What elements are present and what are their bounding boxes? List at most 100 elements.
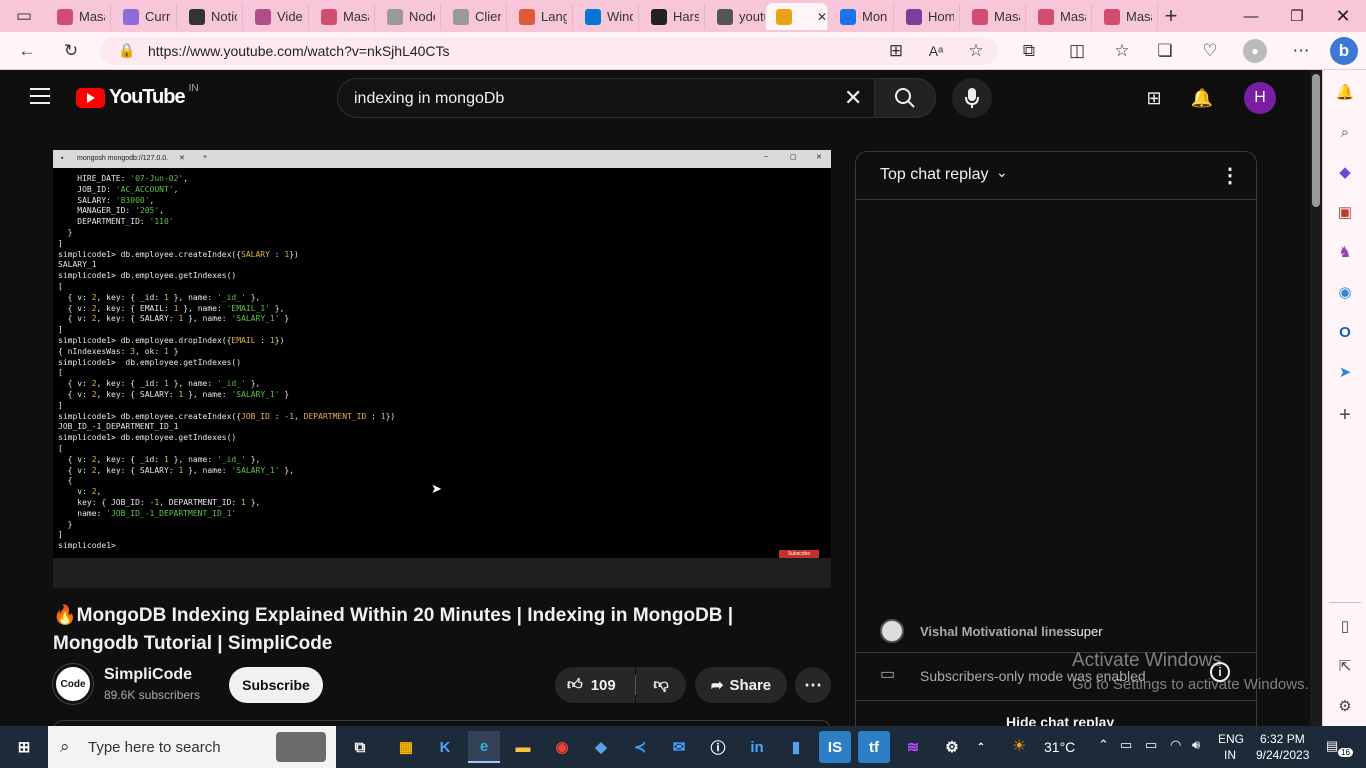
send-icon[interactable]: ➤ (1333, 360, 1357, 384)
file-explorer-icon[interactable]: ▬ (507, 731, 539, 763)
chat-author-name[interactable]: Vishal Motivational lines (920, 624, 1071, 639)
search-input[interactable]: indexing in mongoDb ✕ (337, 78, 875, 118)
git-icon[interactable]: ◆ (585, 731, 617, 763)
browser-tab[interactable]: Clien (443, 3, 507, 30)
browser-tab[interactable]: Harsh (641, 3, 705, 30)
temperature[interactable]: 31°C (1044, 739, 1075, 755)
browser-tab[interactable]: Masa (47, 3, 111, 30)
video-player[interactable]: ▪ mongosh mongodb://127.0.0. ✕ + – ▢ ✕ H… (53, 150, 831, 588)
youtube-logo[interactable]: YouTube IN (76, 83, 199, 109)
info-app-icon[interactable]: ⓘ (702, 731, 734, 763)
read-aloud-icon[interactable]: Aᵃ (924, 39, 948, 63)
paint-icon[interactable]: ≋ (897, 731, 929, 763)
browser-tab[interactable]: Wind (575, 3, 639, 30)
clear-search-icon[interactable]: ✕ (844, 85, 862, 111)
notifications-icon[interactable]: 🔔 (1182, 78, 1222, 118)
language[interactable]: ENG (1218, 732, 1244, 746)
restore-icon[interactable]: ❐ (1274, 0, 1320, 32)
tab-actions-icon[interactable]: ▭ (12, 4, 36, 28)
search-icon[interactable]: ⌕ (1333, 120, 1357, 144)
browser-tab[interactable]: Masa (1094, 3, 1158, 30)
tab-close-icon[interactable]: ✕ (817, 10, 827, 24)
like-button[interactable]: 👍︎ 109 (555, 667, 635, 703)
mail-icon[interactable]: ✉ (663, 731, 695, 763)
chat-mode-dropdown[interactable]: Top chat replay (880, 166, 989, 184)
region[interactable]: IN (1224, 748, 1236, 762)
back-icon[interactable]: ← (15, 39, 39, 63)
browser-tab[interactable]: Curri (113, 3, 177, 30)
chrome-icon[interactable]: ◉ (546, 731, 578, 763)
favorites-icon[interactable]: ☆ (1110, 39, 1134, 63)
performance-icon[interactable]: ♡ (1198, 39, 1222, 63)
linkedin-icon[interactable]: in (741, 731, 773, 763)
edge-icon[interactable]: e (468, 731, 500, 763)
task-view-icon[interactable]: ⧉ (344, 731, 376, 763)
office-icon[interactable]: ◉ (1333, 280, 1357, 304)
battery-icon[interactable]: ▭ (1145, 737, 1157, 753)
browser-tab[interactable]: Lang (509, 3, 573, 30)
scrollbar-thumb[interactable] (1312, 74, 1320, 207)
settings-icon[interactable]: ⚙ (936, 731, 968, 763)
favorite-icon[interactable]: ☆ (964, 39, 988, 63)
avatar[interactable]: H (1244, 82, 1276, 114)
external-link-icon[interactable]: ⇱ (1333, 654, 1357, 678)
channel-avatar[interactable]: Code (53, 664, 93, 704)
sidebar-settings-icon[interactable]: ⚙ (1333, 694, 1357, 718)
show-hidden-icons[interactable]: ⌃ (1098, 737, 1109, 753)
channel-name[interactable]: SimpliCode (104, 666, 192, 684)
voice-search-button[interactable] (952, 78, 992, 118)
browser-tab[interactable]: Mon (830, 3, 894, 30)
app-available-icon[interactable]: ⊞ (884, 39, 908, 63)
hide-chat-button[interactable]: Hide chat replay (1006, 714, 1114, 726)
browser-tab[interactable]: Hom (896, 3, 960, 30)
add-sidebar-icon[interactable]: + (1333, 403, 1357, 427)
chevron-down-icon[interactable]: ⌄ (996, 164, 1008, 181)
collections-icon[interactable]: ❏ (1153, 39, 1177, 63)
copilot-icon[interactable]: b (1330, 37, 1358, 65)
minimize-icon[interactable]: — (1228, 0, 1274, 32)
windows-start-icon[interactable]: ⊞ (8, 731, 40, 763)
url-field[interactable]: 🔒 https://www.youtube.com/watch?v=nkSjhL… (100, 37, 998, 65)
vscode-icon[interactable]: ≺ (624, 731, 656, 763)
browser-tab[interactable]: Node (377, 3, 441, 30)
page-scrollbar[interactable] (1310, 70, 1322, 726)
settings-more-icon[interactable]: ⋯ (1289, 39, 1313, 63)
refresh-icon[interactable]: ↻ (59, 39, 83, 63)
share-button[interactable]: ➦ Share (695, 667, 787, 703)
volume-icon[interactable]: 🔊︎ (1192, 737, 1200, 753)
taskbar-scroll-icon[interactable]: ⌃ (972, 731, 990, 763)
wifi-icon[interactable]: ◠ (1170, 737, 1181, 753)
browser-tab[interactable]: Masa (1028, 3, 1092, 30)
browser-tab[interactable]: Masa (962, 3, 1026, 30)
is-app-icon[interactable]: IS (819, 731, 851, 763)
browser-tab[interactable]: ✕ (766, 3, 828, 30)
games-icon[interactable]: ♞ (1333, 240, 1357, 264)
player-controls[interactable] (53, 558, 831, 588)
toolbox-icon[interactable]: ▣ (1333, 200, 1357, 224)
split-screen-icon[interactable]: ◫ (1065, 39, 1089, 63)
taskbar-search[interactable]: ⌕ Type here to search (48, 726, 336, 768)
clock-date[interactable]: 9/24/2023 (1256, 748, 1309, 762)
menu-icon[interactable] (30, 88, 50, 104)
close-window-icon[interactable]: ✕ (1320, 0, 1366, 32)
dislike-button[interactable]: 👎︎ (636, 667, 686, 703)
device-icon[interactable]: ▭ (1120, 737, 1132, 753)
app-icon[interactable]: K (429, 731, 461, 763)
notification-bell-icon[interactable]: 🔔 (1333, 80, 1357, 104)
new-tab-icon[interactable]: + (1159, 3, 1183, 28)
browser-tab[interactable]: Vide (245, 3, 309, 30)
chat-more-icon[interactable]: ⋮ (1220, 163, 1240, 188)
bookmark-app-icon[interactable]: ▮ (780, 731, 812, 763)
profile-icon[interactable]: ● (1243, 39, 1267, 63)
browser-tab[interactable]: Masa (311, 3, 375, 30)
search-button[interactable] (874, 78, 936, 118)
notification-center-icon[interactable]: ▤ (1326, 738, 1338, 754)
tag-icon[interactable]: ◆ (1333, 160, 1357, 184)
store-icon[interactable]: ▦ (390, 731, 422, 763)
outlook-icon[interactable]: O (1333, 320, 1357, 344)
subscribe-button[interactable]: Subscribe (229, 667, 323, 703)
sidebar-toggle-icon[interactable]: ▯ (1333, 614, 1357, 638)
extensions-icon[interactable]: ⧉ (1017, 39, 1041, 63)
browser-tab[interactable]: Notic (179, 3, 243, 30)
clock-time[interactable]: 6:32 PM (1260, 732, 1305, 746)
